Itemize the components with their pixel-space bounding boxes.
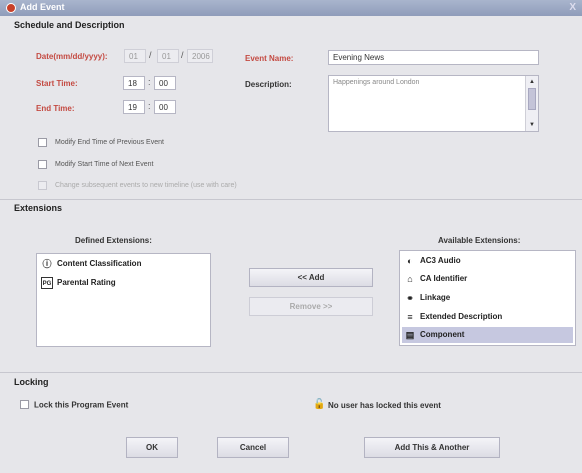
checkbox-label: Lock this Program Event (34, 400, 129, 410)
list-item-label: Content Classification (57, 259, 142, 268)
checkbox-label: Modify End Time of Previous Event (55, 139, 164, 146)
list-item-extended-description[interactable]: ≡ Extended Description (404, 309, 502, 325)
add-another-button[interactable]: Add This & Another (364, 437, 500, 458)
change-subsequent-events-checkbox[interactable]: Change subsequent events to new timeline… (38, 181, 237, 190)
divider (0, 199, 582, 200)
lock-event-checkbox[interactable]: Lock this Program Event (20, 400, 129, 410)
checkbox-label: Modify Start Time of Next Event (55, 161, 154, 168)
list-item-parental-rating[interactable]: PG Parental Rating (41, 275, 116, 291)
event-name-label: Event Name: (245, 54, 294, 63)
checkbox-box[interactable] (38, 138, 47, 147)
close-icon[interactable]: X (569, 2, 576, 13)
add-event-dialog: Add Event X Schedule and Description Dat… (0, 0, 582, 473)
audio-icon: ◐ (407, 256, 413, 266)
available-extensions-title: Available Extensions: (438, 236, 521, 245)
date-separator: / (181, 50, 184, 60)
modify-end-time-checkbox[interactable]: Modify End Time of Previous Event (38, 138, 164, 147)
start-hour-field[interactable]: 18 (123, 76, 145, 90)
date-separator: / (149, 50, 152, 60)
schedule-section-title: Schedule and Description (14, 20, 125, 30)
defined-extensions-list[interactable]: ⓘ Content Classification PG Parental Ratin… (36, 253, 211, 347)
description-label: Description: (245, 80, 292, 89)
date-year-field[interactable]: 2006 (187, 49, 213, 63)
list-item-label: Component (420, 330, 465, 339)
checkbox-box[interactable] (38, 181, 47, 190)
event-name-input[interactable]: Evening News (328, 50, 539, 65)
lock-status-text: No user has locked this event (328, 401, 441, 410)
checkbox-box[interactable] (20, 400, 29, 410)
end-minute-field[interactable]: 00 (154, 100, 176, 114)
description-text: Happenings around London (333, 79, 420, 86)
window-title: Add Event (20, 2, 65, 12)
list-item-component[interactable]: ▤ Component (402, 327, 573, 343)
date-label: Date(mm/dd/yyyy): (36, 52, 108, 61)
scroll-up-icon[interactable]: ▲ (528, 78, 536, 86)
remove-extension-button[interactable]: Remove >> (249, 297, 373, 316)
list-item-content-classification[interactable]: ⓘ Content Classification (41, 256, 141, 272)
info-icon: ⓘ (42, 259, 52, 269)
description-textarea[interactable]: Happenings around London ▲ ▼ (328, 75, 539, 132)
start-time-label: Start Time: (36, 79, 78, 88)
list-item-ac3-audio[interactable]: ◐ AC3 Audio (404, 253, 461, 269)
component-icon: ▤ (405, 330, 415, 340)
list-item-ca-identifier[interactable]: ⌂ CA Identifier (404, 271, 467, 287)
list-item-label: Parental Rating (57, 278, 116, 287)
description-scrollbar[interactable]: ▲ ▼ (525, 76, 538, 131)
modify-start-time-checkbox[interactable]: Modify Start Time of Next Event (38, 160, 153, 169)
locking-section-title: Locking (14, 377, 49, 387)
date-month-field[interactable]: 01 (124, 49, 146, 63)
checkbox-label: Change subsequent events to new timeline… (55, 182, 237, 189)
end-time-label: End Time: (36, 104, 75, 113)
checkbox-box[interactable] (38, 160, 47, 169)
available-extensions-list[interactable]: ◐ AC3 Audio ⌂ CA Identifier ⚭ Linkage ≡ Exte… (399, 250, 576, 346)
end-hour-field[interactable]: 19 (123, 100, 145, 114)
cancel-button[interactable]: Cancel (217, 437, 289, 458)
time-separator: : (148, 101, 151, 111)
scroll-down-icon[interactable]: ▼ (528, 121, 536, 129)
list-item-label: Extended Description (420, 312, 503, 321)
ok-button[interactable]: OK (126, 437, 178, 458)
start-minute-field[interactable]: 00 (154, 76, 176, 90)
document-icon: ≡ (407, 312, 413, 322)
app-icon (6, 3, 16, 13)
ca-lock-icon: ⌂ (407, 274, 413, 284)
pg-rating-icon: PG (41, 277, 53, 289)
unlocked-icon: 🔓 (313, 399, 326, 410)
time-separator: : (148, 77, 151, 87)
list-item-label: Linkage (420, 293, 451, 302)
scroll-thumb[interactable] (528, 88, 536, 110)
defined-extensions-title: Defined Extensions: (75, 236, 152, 245)
divider (0, 372, 582, 373)
add-extension-button[interactable]: << Add (249, 268, 373, 287)
extensions-section-title: Extensions (14, 203, 63, 213)
link-icon: ⚭ (406, 293, 414, 303)
list-item-label: AC3 Audio (420, 256, 461, 265)
date-day-field[interactable]: 01 (157, 49, 179, 63)
list-item-linkage[interactable]: ⚭ Linkage (404, 290, 450, 306)
list-item-label: CA Identifier (420, 274, 468, 283)
title-bar[interactable]: Add Event X (0, 0, 582, 16)
